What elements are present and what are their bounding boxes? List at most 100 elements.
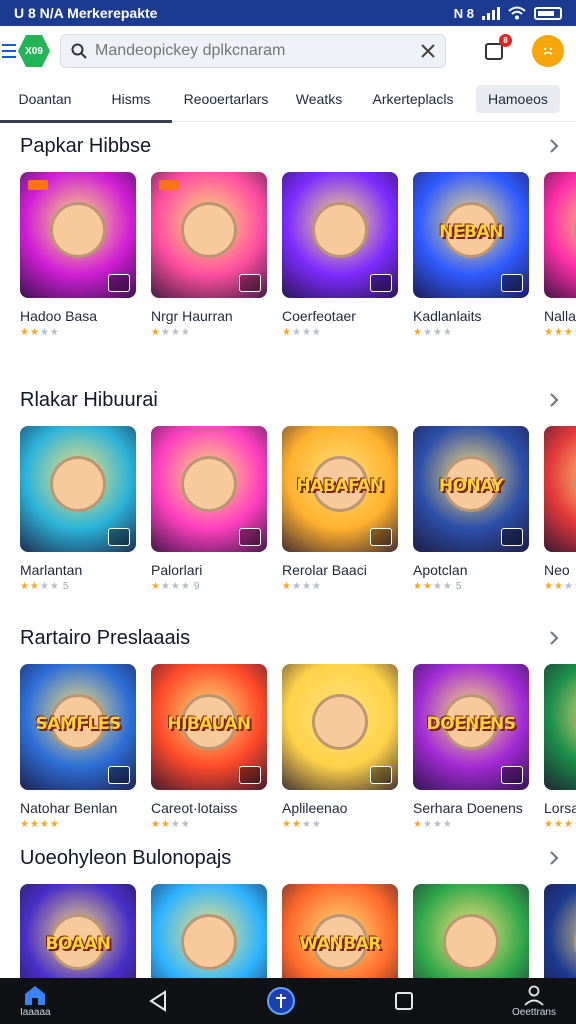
nav-home[interactable]: Iaaaaa — [20, 984, 51, 1018]
status-indicators: N 8 — [454, 6, 562, 21]
tab-hamoeos[interactable]: Hamoeos — [476, 84, 560, 113]
nav-back[interactable] — [147, 989, 169, 1013]
character-illustration — [50, 456, 106, 512]
section-header[interactable]: Rlakar Hibuurai — [0, 380, 576, 420]
app-name: Palorlari — [151, 562, 203, 578]
chevron-right-icon[interactable] — [546, 850, 562, 866]
back-triangle-icon — [149, 990, 167, 1012]
app-name: Apotclan — [413, 562, 468, 578]
app-thumbnail[interactable]: SAMFLES — [20, 664, 136, 790]
section-header[interactable]: Uoeohyleon Bulonopajs — [0, 838, 576, 878]
app-card[interactable]: Nalla ★★★★ — [544, 172, 576, 338]
tab-weatks[interactable]: Weatks — [280, 76, 358, 122]
search-bar[interactable] — [60, 34, 446, 68]
tab-reooertarlars[interactable]: Reooertarlars — [172, 76, 280, 122]
rating-stars: ★★★★ — [413, 327, 453, 338]
app-thumbnail[interactable] — [151, 172, 267, 298]
app-card[interactable]: Nrgr Haurran ★★★★ — [151, 172, 267, 338]
thumbnail-title-text: HONAY — [438, 476, 504, 497]
nav-profile[interactable]: Oeettrans — [512, 984, 556, 1018]
square-icon — [395, 992, 414, 1010]
rating-stars: ★★★★ 5 — [413, 581, 462, 592]
thumbnail-badge-icon — [108, 274, 130, 292]
app-card[interactable]: Hadoo Basa ★★★★ — [20, 172, 136, 338]
notification-badge: 8 — [499, 34, 512, 47]
app-card[interactable]: HIBAUAN Careot·lotaiss ★★★★ — [151, 664, 267, 830]
thumbnail-badge-icon — [370, 766, 392, 784]
app-thumbnail[interactable] — [20, 426, 136, 552]
tab-doantan[interactable]: Doantan — [0, 76, 90, 123]
rating-stars: ★★★★ — [20, 327, 60, 338]
card-row: Marlantan ★★★★ 5 Palorlari ★★★★ 9 HABAFAN Rerol… — [0, 426, 576, 592]
tab-arkerteplacls[interactable]: Arkerteplacls — [358, 76, 468, 122]
app-card[interactable]: Neo ★★★★ — [544, 426, 576, 592]
app-thumbnail[interactable]: DOENENS — [413, 664, 529, 790]
app-logo[interactable]: X09 — [18, 35, 50, 67]
close-icon[interactable] — [421, 44, 435, 58]
search-input[interactable] — [95, 42, 413, 60]
section: Papkar Hibbse Hadoo Basa ★★★★ Nrgr Haurran ★… — [0, 126, 576, 338]
search-icon — [71, 43, 87, 59]
nav-recents[interactable] — [393, 990, 415, 1012]
chevron-right-icon[interactable] — [546, 392, 562, 408]
rating-stars: ★★★★ — [544, 581, 576, 592]
app-card[interactable]: NEBAN Kadlanlaits ★★★★ — [413, 172, 529, 338]
character-illustration — [443, 914, 499, 970]
app-thumbnail[interactable]: HABAFAN — [282, 426, 398, 552]
app-thumbnail[interactable] — [544, 172, 576, 298]
app-card[interactable]: Lorsa ★★★★ — [544, 664, 576, 830]
app-name: Careot·lotaiss — [151, 800, 238, 816]
app-thumbnail[interactable]: HONAY — [413, 426, 529, 552]
bottom-nav: Iaaaaa Oeettrans — [0, 978, 576, 1024]
app-thumbnail[interactable] — [151, 426, 267, 552]
nav-center[interactable] — [266, 986, 296, 1016]
status-text: U 8 N/A Merkerepakte — [14, 5, 158, 21]
app-thumbnail[interactable] — [20, 172, 136, 298]
app-card[interactable]: Marlantan ★★★★ 5 — [20, 426, 136, 592]
rating-count: 5 — [62, 581, 69, 592]
app-thumbnail[interactable]: NEBAN — [413, 172, 529, 298]
notifications-button[interactable]: 8 — [482, 34, 512, 64]
character-illustration — [312, 202, 368, 258]
thumbnail-title-text: DOENENS — [426, 714, 517, 735]
rating-stars: ★★★★ — [282, 581, 322, 592]
character-illustration — [181, 914, 237, 970]
app-card[interactable]: DOENENS Serhara Doenens ★★★★ — [413, 664, 529, 830]
tab-hisms[interactable]: Hisms — [90, 76, 172, 123]
app-name: Kadlanlaits — [413, 308, 482, 324]
thumbnail-badge-icon — [108, 528, 130, 546]
chevron-right-icon[interactable] — [546, 630, 562, 646]
app-name: Nalla — [544, 308, 576, 324]
app-card[interactable]: Aplileenao ★★★★ — [282, 664, 398, 830]
thumbnail-badge-icon — [239, 274, 261, 292]
face-icon — [543, 47, 553, 55]
app-thumbnail[interactable] — [282, 664, 398, 790]
app-thumbnail[interactable] — [544, 426, 576, 552]
character-illustration — [181, 202, 237, 258]
section-header[interactable]: Rartairo Preslaaais — [0, 618, 576, 658]
rating-stars: ★★★★ — [151, 327, 191, 338]
menu-icon[interactable] — [2, 41, 16, 61]
section-title: Uoeohyleon Bulonopajs — [20, 846, 232, 869]
app-name: Neo — [544, 562, 570, 578]
thumbnail-tag — [159, 180, 179, 190]
section-header[interactable]: Papkar Hibbse — [0, 126, 576, 166]
thumbnail-tag — [28, 180, 48, 190]
app-card[interactable]: HONAY Apotclan ★★★★ 5 — [413, 426, 529, 592]
chevron-right-icon[interactable] — [546, 138, 562, 154]
avatar[interactable] — [532, 35, 564, 67]
app-card[interactable]: HABAFAN Rerolar Baaci ★★★★ — [282, 426, 398, 592]
thumbnail-title-text: SAMFLES — [35, 714, 121, 735]
thumbnail-badge-icon — [501, 528, 523, 546]
app-card[interactable]: Palorlari ★★★★ 9 — [151, 426, 267, 592]
app-name: Rerolar Baaci — [282, 562, 367, 578]
app-thumbnail[interactable] — [282, 172, 398, 298]
rating-stars: ★★★★ — [544, 327, 576, 338]
app-card[interactable]: SAMFLES Natohar Benlan ★★★★ — [20, 664, 136, 830]
profile-icon — [524, 985, 544, 1006]
app-thumbnail[interactable]: HIBAUAN — [151, 664, 267, 790]
app-thumbnail[interactable] — [544, 664, 576, 790]
nav-profile-label: Oeettrans — [512, 1007, 556, 1018]
character-illustration — [181, 456, 237, 512]
app-card[interactable]: Coerfeotaer ★★★★ — [282, 172, 398, 338]
